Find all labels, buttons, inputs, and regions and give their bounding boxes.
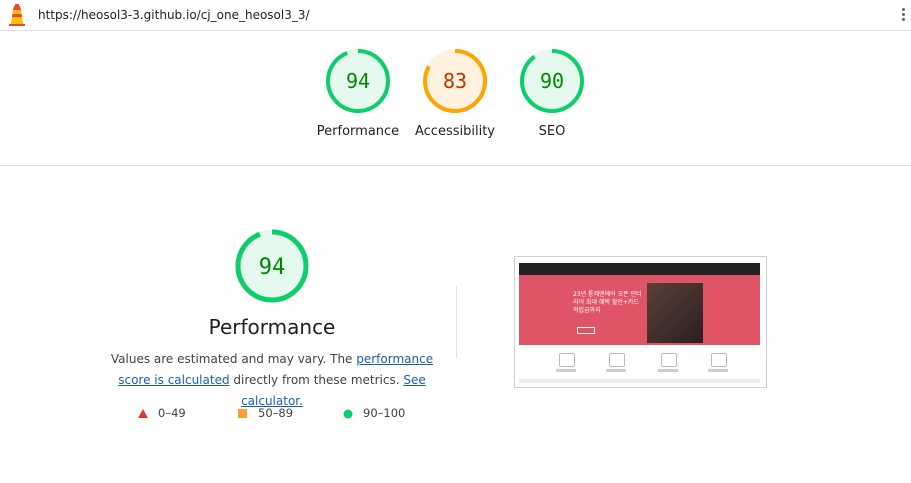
url-bar: https://heosol3-3.github.io/cj_one_heoso… [0, 0, 911, 31]
legend-average: 50–89 [238, 406, 293, 420]
gauge-accessibility[interactable]: 83 Accessibility [405, 48, 505, 139]
gauge-performance[interactable]: 94 Performance [308, 48, 408, 139]
gauge-label: Performance [316, 124, 400, 139]
thumb-footer [519, 379, 760, 383]
thumb-caption [606, 369, 626, 372]
performance-gauge: 94 [235, 229, 309, 303]
gauge-ring: 83 [423, 49, 487, 113]
legend-label: 50–89 [258, 406, 294, 420]
legend-label: 90–100 [363, 406, 406, 420]
legend-pass: 90–100 [343, 406, 405, 420]
gauge-score: 83 [443, 69, 467, 93]
vertical-divider [456, 286, 457, 358]
circle-icon [343, 409, 353, 418]
thumb-icon [609, 353, 625, 367]
performance-score: 94 [259, 255, 286, 280]
legend-fail: 0–49 [138, 406, 186, 420]
thumb-icon [711, 353, 727, 367]
lighthouse-icon [9, 4, 25, 26]
thumb-hero: 23년 통제엔에어 오픈 인더리어 최대 혜택 할인+카드 적립금까지 [519, 275, 760, 345]
thumb-icon [559, 353, 575, 367]
gauge-score: 94 [346, 69, 370, 93]
gauge-ring: 94 [326, 49, 390, 113]
desc-prefix: Values are estimated and may vary. The [110, 352, 357, 366]
thumb-caption [708, 369, 728, 372]
performance-description: Values are estimated and may vary. The p… [102, 349, 442, 412]
performance-title: Performance [208, 315, 336, 339]
gauge-score: 90 [540, 69, 564, 93]
thumb-hero-image [647, 283, 703, 343]
thumb-icon [661, 353, 677, 367]
gauge-label: SEO [538, 124, 566, 139]
thumb-icon-row [519, 349, 760, 383]
thumb-hero-text: 23년 통제엔에어 오픈 인더리어 최대 혜택 할인+카드 적립금까지 [573, 291, 642, 314]
legend-label: 0–49 [158, 406, 186, 420]
final-screenshot-thumbnail[interactable]: 23년 통제엔에어 오픈 인더리어 최대 혜택 할인+카드 적립금까지 [514, 256, 767, 388]
gauge-ring: 90 [520, 49, 584, 113]
thumb-caption [556, 369, 576, 372]
thumb-hero-button [577, 327, 595, 334]
gauge-label: Accessibility [415, 124, 495, 139]
kebab-menu-icon[interactable] [898, 6, 908, 24]
thumb-nav [519, 263, 760, 275]
gauge-seo[interactable]: 90 SEO [502, 48, 602, 139]
desc-middle: directly from these metrics. [229, 373, 404, 387]
square-icon [238, 408, 247, 418]
page-url[interactable]: https://heosol3-3.github.io/cj_one_heoso… [38, 8, 310, 22]
thumb-caption [658, 369, 678, 372]
section-divider [0, 165, 911, 166]
triangle-icon [138, 408, 148, 418]
